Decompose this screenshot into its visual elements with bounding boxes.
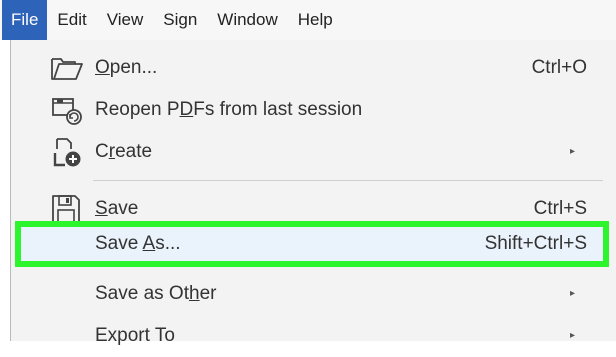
menu-item-export-to[interactable]: Export To ▸: [11, 315, 616, 357]
menu-edit[interactable]: Edit: [47, 0, 96, 40]
menu-item-create[interactable]: Create ▸: [11, 131, 616, 173]
menu-item-save-as[interactable]: Save As... Shift+Ctrl+S: [11, 223, 616, 265]
menu-item-label: Save As...: [95, 233, 181, 254]
menu-item-label: Save as Other: [95, 283, 217, 304]
menu-item-label: Reopen PDFs from last session: [95, 99, 363, 120]
menu-view[interactable]: View: [97, 0, 154, 40]
submenu-arrow-icon: ▸: [569, 330, 575, 341]
submenu-arrow-icon: ▸: [569, 146, 575, 157]
shortcut-text: Shift+Ctrl+S: [484, 233, 587, 254]
file-menu-dropdown: Open... Ctrl+O Reopen PDFs from last ses…: [10, 40, 616, 346]
folder-open-icon: [49, 51, 85, 85]
menu-file[interactable]: File: [2, 0, 48, 40]
menu-item-label: Export To: [95, 325, 175, 346]
submenu-arrow-icon: ▸: [569, 288, 575, 299]
menu-item-save-as-other[interactable]: Save as Other ▸: [11, 273, 616, 315]
menu-window[interactable]: Window: [207, 0, 287, 40]
menu-separator: [93, 180, 603, 181]
shortcut-text: Ctrl+O: [531, 57, 587, 78]
menu-item-label: Create: [95, 141, 153, 162]
menu-item-reopen-pdfs[interactable]: Reopen PDFs from last session: [11, 89, 616, 131]
reopen-documents-icon: [49, 93, 85, 127]
menu-sign[interactable]: Sign: [153, 0, 207, 40]
menu-help[interactable]: Help: [288, 0, 343, 40]
menu-bar: File Edit View Sign Window Help: [0, 0, 616, 40]
menu-item-label: Open...: [95, 57, 158, 78]
create-document-icon: [49, 135, 85, 169]
menu-item-open[interactable]: Open... Ctrl+O: [11, 47, 616, 89]
